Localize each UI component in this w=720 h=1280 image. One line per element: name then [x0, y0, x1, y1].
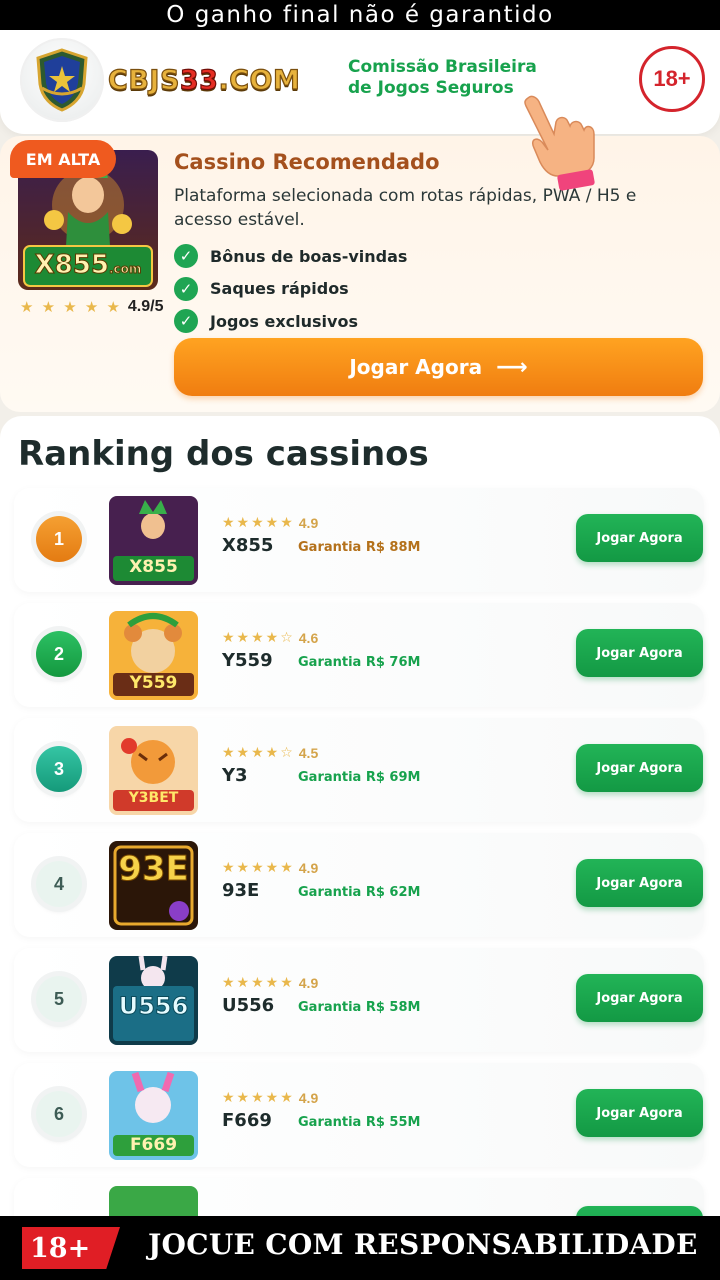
age-restriction-badge: 18+	[639, 46, 705, 112]
guarantee-amount: Garantia R$ 76M	[298, 655, 421, 670]
casino-name: Y559	[222, 650, 273, 671]
check-icon: ✓	[174, 309, 198, 334]
warning-text: O ganho final não é garantido	[166, 2, 554, 28]
rating-stars: ★★★★★ 4.9	[222, 859, 319, 876]
logo-text: X855	[129, 557, 178, 577]
play-now-button[interactable]: Jogar Agora ⟶	[174, 338, 703, 396]
rating-stars: ★★★★★ 4.9	[222, 514, 319, 531]
play-now-button[interactable]: Jogar Agora	[576, 974, 703, 1022]
check-icon: ✓	[174, 276, 198, 301]
play-now-button[interactable]: Jogar Agora	[576, 744, 703, 792]
play-now-button[interactable]: Jogar Agora	[576, 1089, 703, 1137]
rank-number: 5	[36, 976, 82, 1022]
rank-number: 4	[36, 861, 82, 907]
casino-logo[interactable]: F669	[109, 1071, 198, 1160]
play-now-button[interactable]: Jogar Agora	[576, 859, 703, 907]
feature-list: ✓ Bônus de boas-vindas ✓ Saques rápidos ✓ J…	[174, 240, 407, 338]
recommended-rating: ★ ★ ★ ★ ★ 4.9/5	[20, 298, 164, 316]
casino-name: F669	[222, 1110, 272, 1131]
casino-logo[interactable]: U556	[109, 956, 198, 1045]
age-restriction-badge: 18+	[22, 1227, 120, 1269]
casino-logo[interactable]: 93E	[109, 841, 198, 930]
feature-item: ✓ Jogos exclusivos	[174, 305, 407, 338]
rank-number: 6	[36, 1091, 82, 1137]
rating-stars: ★★★★★ 4.9	[222, 1089, 319, 1106]
rating-score: 4.6	[298, 629, 319, 646]
trending-badge: EM ALTA	[10, 140, 116, 178]
recommended-logo-text: X855.com	[34, 250, 142, 281]
recommended-title: Cassino Recomendado	[174, 150, 440, 174]
recommended-description: Plataforma selecionada com rotas rápidas…	[174, 186, 637, 230]
logo-text: Y3BET	[128, 790, 179, 806]
check-icon: ✓	[174, 244, 198, 269]
rank-number: 1	[36, 516, 82, 562]
rank-number: 3	[36, 746, 82, 792]
logo-text: Y559	[129, 673, 178, 693]
casino-name: 93E	[222, 880, 260, 901]
commission-line-2: de Jogos Seguros	[348, 78, 514, 98]
casino-logo[interactable]: Y3BET	[109, 726, 198, 815]
pointing-hand-icon	[518, 92, 602, 192]
casino-name: Y3	[222, 765, 248, 786]
site-header: CBJS33.COM Comissão Brasileira de Jogos …	[0, 30, 720, 134]
casino-name: U556	[222, 995, 275, 1016]
ranking-row[interactable]: 5 U556 ★★★★★ 4.9 U556 Garantia R$ 58M Jog…	[14, 948, 704, 1052]
guarantee-amount: Garantia R$ 69M	[298, 770, 421, 785]
rating-stars: ★★★★★ 4.9	[222, 974, 319, 991]
commission-text: Comissão Brasileira de Jogos Seguros	[348, 57, 537, 99]
shield-star-icon	[20, 38, 104, 122]
rating-stars: ★ ★ ★ ★ ★	[20, 299, 122, 316]
rating-stars: ★★★★☆ 4.5	[222, 744, 319, 761]
feature-item: ✓ Bônus de boas-vindas	[174, 240, 407, 273]
logo-text: 93E	[118, 849, 190, 890]
casino-name: X855	[222, 535, 274, 556]
rating-score: 4.9	[298, 859, 319, 876]
rating-stars: ★★★★☆ 4.6	[222, 629, 319, 646]
rating-value: 4.9/5	[127, 298, 164, 315]
responsible-gaming-banner: 18+ JOCUE COM RESPONSABILIDADE	[0, 1216, 720, 1280]
logo-text: F669	[129, 1135, 178, 1155]
logo-text: U556	[118, 992, 189, 1021]
play-now-button[interactable]: Jogar Agora	[576, 629, 703, 677]
recommended-casino-card: EM ALTA X855.com ★ ★ ★ ★ ★ 4.9/5 Cassino…	[0, 136, 720, 412]
guarantee-amount: Garantia R$ 88M	[298, 540, 421, 555]
ranking-row[interactable]: 4 93E ★★★★★ 4.9 93E Garantia R$ 62M Jogar…	[14, 833, 704, 937]
casino-logo[interactable]: X855	[109, 496, 198, 585]
commission-line-1: Comissão Brasileira	[348, 57, 537, 77]
rating-score: 4.9	[298, 514, 319, 531]
site-logo[interactable]: CBJS33.COM	[20, 38, 300, 122]
responsible-gaming-text: JOCUE COM RESPONSABILIDADE	[148, 1228, 698, 1261]
rating-score: 4.9	[298, 1089, 319, 1106]
rating-score: 4.5	[298, 744, 319, 761]
rank-number: 2	[36, 631, 82, 677]
guarantee-amount: Garantia R$ 55M	[298, 1115, 421, 1130]
feature-item: ✓ Saques rápidos	[174, 273, 407, 306]
casino-logo[interactable]: Y559	[109, 611, 198, 700]
play-now-button[interactable]: Jogar Agora	[576, 514, 703, 562]
guarantee-amount: Garantia R$ 58M	[298, 1000, 421, 1015]
warning-banner: O ganho final não é garantido	[0, 0, 720, 30]
brand-name: CBJS33.COM	[107, 64, 301, 96]
arrow-right-icon: ⟶	[496, 354, 528, 380]
ranking-title: Ranking dos cassinos	[18, 434, 429, 474]
ranking-row[interactable]: 3 Y3BET ★★★★☆ 4.5 Y3 Garantia R$ 69M Joga…	[14, 718, 704, 822]
ranking-row[interactable]: 6 F669 ★★★★★ 4.9 F669 Garantia R$ 55M Jog…	[14, 1063, 704, 1167]
ranking-row[interactable]: 1 X855 ★★★★★ 4.9 X855 Garantia R$ 88M Jog…	[14, 488, 704, 592]
rating-score: 4.9	[298, 974, 319, 991]
ranking-row[interactable]: 2 Y559 ★★★★☆ 4.6 Y559 Garantia R$ 76M Jog…	[14, 603, 704, 707]
guarantee-amount: Garantia R$ 62M	[298, 885, 421, 900]
casino-ranking-section: Ranking dos cassinos 1 X855 ★★★★★ 4.9 X85…	[0, 416, 720, 1280]
